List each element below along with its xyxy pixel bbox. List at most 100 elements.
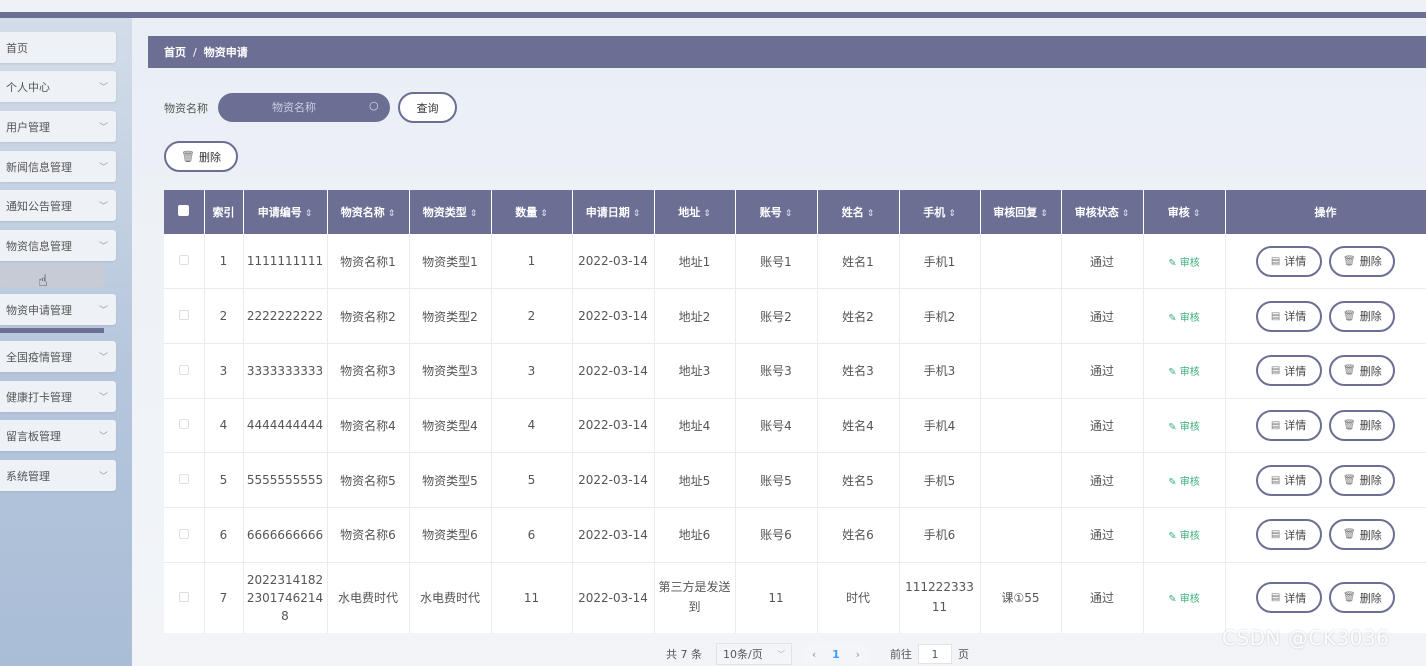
audit-link[interactable]: ✎ 审核 xyxy=(1168,313,1200,324)
audit-link[interactable]: ✎ 审核 xyxy=(1168,422,1200,433)
sidebar-item-label: 新闻信息管理 xyxy=(6,160,72,174)
cell-application-code: 20223141822301746214 8 xyxy=(243,562,328,633)
select-all-checkbox[interactable] xyxy=(178,205,190,216)
sort-icon[interactable]: ⇕ xyxy=(388,209,396,219)
select-all-cell[interactable] xyxy=(164,190,205,234)
row-checkbox[interactable] xyxy=(178,310,189,321)
cell-supply-type: 物资类型5 xyxy=(409,452,492,508)
cell-quantity: 4 xyxy=(491,398,573,454)
detail-button[interactable]: ▤ 详情 xyxy=(1255,409,1322,441)
row-select-cell[interactable] xyxy=(164,562,205,633)
delete-button[interactable]: 🗑 删除 xyxy=(1329,300,1396,332)
goto-page-input[interactable]: 1 xyxy=(918,644,952,664)
delete-button[interactable]: 🗑 删除 xyxy=(1329,409,1396,441)
row-select-cell[interactable] xyxy=(164,343,205,399)
sort-icon[interactable]: ⇕ xyxy=(633,209,641,219)
sidebar-submenu-item[interactable]: ☝ xyxy=(0,263,104,290)
row-select-cell[interactable] xyxy=(164,398,205,454)
audit-link[interactable]: ✎ 审核 xyxy=(1168,258,1200,269)
row-select-cell[interactable] xyxy=(164,452,205,508)
audit-link[interactable]: ✎ 审核 xyxy=(1168,531,1200,542)
row-checkbox[interactable] xyxy=(178,255,189,266)
column-header-sortable[interactable]: 审核状态 ⇕ xyxy=(1061,190,1144,234)
sort-icon[interactable]: ⇕ xyxy=(1193,209,1201,219)
column-header-sortable[interactable]: 审核 ⇕ xyxy=(1143,190,1226,234)
search-input[interactable] xyxy=(218,93,390,122)
row-select-cell[interactable] xyxy=(164,288,205,344)
column-header-sortable[interactable]: 账号 ⇕ xyxy=(735,190,818,234)
column-header-sortable[interactable]: 手机 ⇕ xyxy=(899,190,981,234)
sort-icon[interactable]: ⇕ xyxy=(1040,209,1048,219)
cell-audit: ✎ 审核 xyxy=(1143,398,1226,454)
sort-icon[interactable]: ⇕ xyxy=(470,209,478,219)
page-size-select[interactable]: 10条/页 ﹀ xyxy=(716,643,792,665)
sort-icon[interactable]: ⇕ xyxy=(703,209,711,219)
column-header-sortable[interactable]: 数量 ⇕ xyxy=(491,190,573,234)
next-page-icon[interactable]: › xyxy=(856,648,860,661)
delete-button-label: 删除 xyxy=(1359,255,1382,269)
sort-icon[interactable]: ⇕ xyxy=(948,209,956,219)
delete-button[interactable]: 🗑 删除 xyxy=(1329,245,1396,277)
column-header-sortable[interactable]: 姓名 ⇕ xyxy=(817,190,900,234)
watermark: CSDN @CK3036 xyxy=(1222,626,1390,650)
batch-delete-button[interactable]: 🗑 删除 xyxy=(164,141,238,172)
prev-page-icon[interactable]: ‹ xyxy=(812,648,816,661)
cell-audit-status: 通过 xyxy=(1061,507,1144,563)
row-checkbox[interactable] xyxy=(178,591,189,602)
row-checkbox[interactable] xyxy=(178,474,189,485)
table-row: 7 20223141822301746214 8 水电费时代 水电费时代 11 … xyxy=(164,562,1426,633)
sidebar-item-personal-center[interactable]: 个人中心 ﹀ xyxy=(0,71,116,102)
row-checkbox[interactable] xyxy=(178,419,189,430)
cell-audit-reply xyxy=(980,234,1062,290)
detail-button[interactable]: ▤ 详情 xyxy=(1255,245,1322,277)
audit-link[interactable]: ✎ 审核 xyxy=(1168,367,1200,378)
column-header-sortable[interactable]: 物资类型 ⇕ xyxy=(409,190,492,234)
audit-link[interactable]: ✎ 审核 xyxy=(1168,477,1200,488)
delete-button[interactable]: 🗑 删除 xyxy=(1329,519,1396,551)
batch-delete-label: 删除 xyxy=(198,150,221,164)
breadcrumb-home[interactable]: 首页 xyxy=(164,44,186,60)
detail-button[interactable]: ▤ 详情 xyxy=(1255,519,1322,551)
sidebar-item-supply-info-management[interactable]: 物资信息管理 ﹀ xyxy=(0,230,116,261)
cell-supply-type: 物资类型2 xyxy=(409,288,492,344)
detail-button[interactable]: ▤ 详情 xyxy=(1255,464,1322,496)
active-menu-indicator xyxy=(0,328,104,333)
cell-audit-status: 通过 xyxy=(1061,452,1144,508)
query-button[interactable]: 查询 xyxy=(398,92,457,123)
column-header-label: 索引 xyxy=(212,206,235,219)
sidebar-item-home[interactable]: 首页 xyxy=(0,32,116,63)
detail-button[interactable]: ▤ 详情 xyxy=(1255,355,1322,387)
cell-supply-name: 物资名称1 xyxy=(327,234,410,290)
sort-icon[interactable]: ⇕ xyxy=(785,209,793,219)
sidebar-item-notice-management[interactable]: 通知公告管理 ﹀ xyxy=(0,190,116,221)
sidebar-item-message-board-management[interactable]: 留言板管理 ﹀ xyxy=(0,420,116,451)
audit-link[interactable]: ✎ 审核 xyxy=(1168,594,1200,605)
sidebar-item-health-checkin-management[interactable]: 健康打卡管理 ﹀ xyxy=(0,381,116,412)
delete-button[interactable]: 🗑 删除 xyxy=(1329,464,1396,496)
sidebar-item-user-management[interactable]: 用户管理 ﹀ xyxy=(0,111,116,142)
detail-button[interactable]: ▤ 详情 xyxy=(1255,582,1322,614)
sort-icon[interactable]: ⇕ xyxy=(305,209,313,219)
column-header-sortable[interactable]: 申请日期 ⇕ xyxy=(572,190,655,234)
sort-icon[interactable]: ⇕ xyxy=(540,209,548,219)
column-header-sortable[interactable]: 地址 ⇕ xyxy=(654,190,736,234)
row-select-cell[interactable] xyxy=(164,234,205,290)
row-checkbox[interactable] xyxy=(178,528,189,539)
row-select-cell[interactable] xyxy=(164,507,205,563)
sort-icon[interactable]: ⇕ xyxy=(1122,209,1130,219)
sidebar-item-supply-application-management[interactable]: 物资申请管理 ﹀ xyxy=(0,294,116,325)
cell-index: 7 xyxy=(204,562,244,633)
sidebar-item-system-management[interactable]: 系统管理 ﹀ xyxy=(0,460,116,491)
sidebar-item-news-management[interactable]: 新闻信息管理 ﹀ xyxy=(0,151,116,182)
current-page-number[interactable]: 1 xyxy=(832,648,840,661)
column-header-sortable[interactable]: 物资名称 ⇕ xyxy=(327,190,410,234)
sidebar-item-epidemic-management[interactable]: 全国疫情管理 ﹀ xyxy=(0,341,116,372)
column-header-sortable[interactable]: 申请编号 ⇕ xyxy=(243,190,328,234)
delete-button[interactable]: 🗑 删除 xyxy=(1329,355,1396,387)
detail-button[interactable]: ▤ 详情 xyxy=(1255,300,1322,332)
row-checkbox[interactable] xyxy=(178,364,189,375)
sort-icon[interactable]: ⇕ xyxy=(867,209,875,219)
column-header-sortable[interactable]: 审核回复 ⇕ xyxy=(980,190,1062,234)
cell-quantity: 1 xyxy=(491,234,573,290)
delete-button[interactable]: 🗑 删除 xyxy=(1329,582,1396,614)
